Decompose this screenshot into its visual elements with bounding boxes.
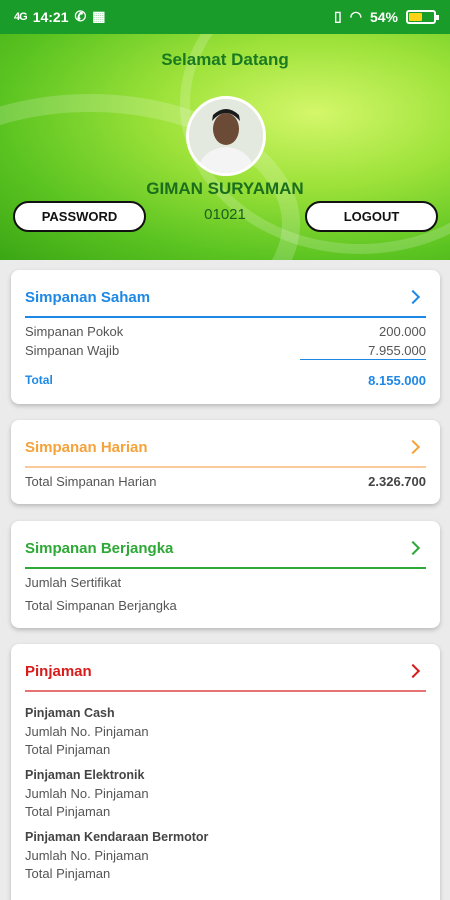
card-header: Pinjaman <box>25 658 426 692</box>
total-value: 8.155.000 <box>368 373 426 388</box>
wifi-icon: ◠ <box>349 8 362 24</box>
card-title: Simpanan Harian <box>25 439 148 456</box>
card-header: Simpanan Saham <box>25 284 426 318</box>
row-label: Simpanan Wajib <box>25 343 120 358</box>
list-item: Simpanan Pokok 200.000 <box>25 324 426 339</box>
row-label: Total Simpanan Harian <box>25 474 157 489</box>
loan-group-title: Pinjaman Cash <box>25 706 115 720</box>
status-time: 14:21 <box>32 8 69 25</box>
chevron-right-icon[interactable] <box>405 663 421 679</box>
chevron-right-icon[interactable] <box>405 289 421 305</box>
row-value: 200.000 <box>379 324 426 339</box>
list-item: Total Pinjaman <box>25 742 111 757</box>
card-title: Simpanan Saham <box>25 289 151 306</box>
card-header: Simpanan Berjangka <box>25 535 426 569</box>
row-value: 7.955.000 <box>368 343 426 358</box>
loan-group-title: Pinjaman Kendaraan Bermotor <box>25 830 209 844</box>
logout-button[interactable]: LOGOUT <box>305 201 438 232</box>
card-header: Simpanan Harian <box>25 434 426 468</box>
battery-percent: 54% <box>369 8 398 25</box>
list-item: Total Pinjaman <box>25 804 111 819</box>
signal-icon: 4G <box>14 10 28 23</box>
card-simpanan-harian[interactable]: Simpanan Harian Total Simpanan Harian 2.… <box>11 420 440 504</box>
password-button[interactable]: PASSWORD <box>13 201 146 232</box>
row-label: Total Simpanan Berjangka <box>25 598 177 613</box>
notification-icon: ▦ <box>92 8 106 24</box>
list-item: Total Simpanan Harian 2.326.700 <box>25 474 426 489</box>
vibrate-icon: ▯ <box>334 8 342 24</box>
status-bar: 4G 14:21 ✆ ▦ ▯ ◠ 54% <box>0 0 450 34</box>
list-item: Total Simpanan Berjangka <box>25 598 426 613</box>
card-simpanan-saham[interactable]: Simpanan Saham Simpanan Pokok 200.000 Si… <box>11 270 440 404</box>
list-item: Jumlah No. Pinjaman <box>25 848 149 863</box>
whatsapp-icon: ✆ <box>74 8 87 24</box>
battery-icon <box>406 9 439 24</box>
card-title: Pinjaman <box>25 663 92 680</box>
row-value: 2.326.700 <box>368 474 426 489</box>
list-item: Jumlah Sertifikat <box>25 575 426 590</box>
list-item: Total Pinjaman <box>25 866 111 881</box>
profile-header: Selamat Datang GIMAN SURYAMAN 01021 PASS… <box>0 34 450 260</box>
card-simpanan-berjangka[interactable]: Simpanan Berjangka Jumlah Sertifikat Tot… <box>11 521 440 628</box>
total-row: Total 8.155.000 <box>25 373 426 388</box>
list-item: Simpanan Wajib 7.955.000 <box>25 343 426 358</box>
loan-group-title: Pinjaman Elektronik <box>25 768 145 782</box>
chevron-right-icon[interactable] <box>405 439 421 455</box>
card-pinjaman[interactable]: Pinjaman Pinjaman Cash Jumlah No. Pinjam… <box>11 644 440 900</box>
row-label: Simpanan Pokok <box>25 324 124 339</box>
list-item: Jumlah No. Pinjaman <box>25 786 149 801</box>
card-title: Simpanan Berjangka <box>25 540 174 557</box>
user-name: GIMAN SURYAMAN <box>146 179 304 198</box>
avatar <box>186 96 266 176</box>
row-label: Jumlah Sertifikat <box>25 575 122 590</box>
welcome-title: Selamat Datang <box>161 50 289 69</box>
chevron-right-icon[interactable] <box>405 540 421 556</box>
sum-divider <box>300 359 426 360</box>
total-label: Total <box>25 373 53 387</box>
list-item: Jumlah No. Pinjaman <box>25 724 149 739</box>
